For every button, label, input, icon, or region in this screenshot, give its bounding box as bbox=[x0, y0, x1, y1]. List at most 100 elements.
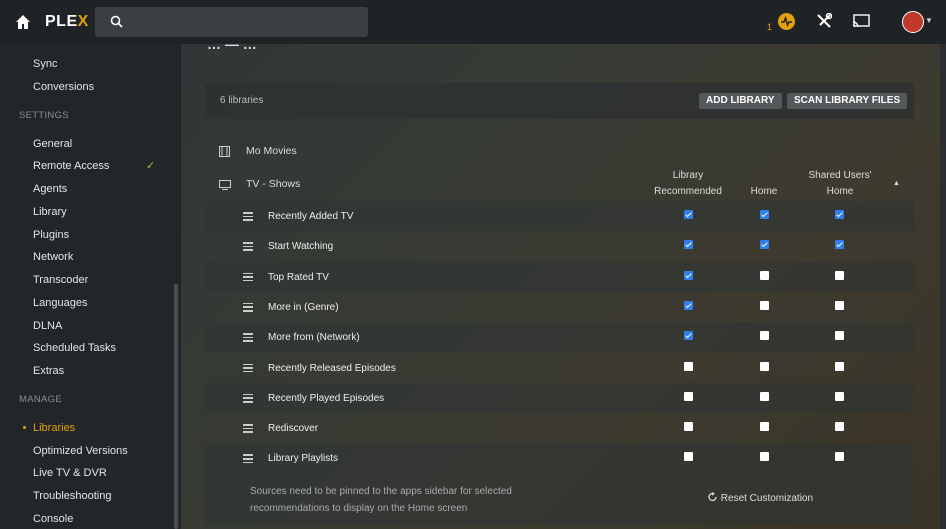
recommendation-row: Rediscover bbox=[205, 413, 914, 443]
recommendation-label: Recently Added TV bbox=[268, 211, 354, 222]
scan-library-files-button[interactable]: SCAN LIBRARY FILES bbox=[787, 93, 908, 109]
add-library-button[interactable]: ADD LIBRARY bbox=[699, 93, 782, 109]
libraries-count: 6 libraries bbox=[220, 95, 264, 106]
library-name: Mo Movies bbox=[246, 145, 297, 157]
drag-handle-icon[interactable] bbox=[243, 212, 253, 223]
sidebar-item-general[interactable]: General bbox=[33, 138, 72, 150]
recommendation-label: Rediscover bbox=[268, 423, 319, 435]
drag-handle-icon[interactable] bbox=[243, 242, 253, 253]
drag-handle-icon[interactable] bbox=[243, 424, 253, 435]
sidebar-section-manage: MANAGE bbox=[19, 394, 62, 405]
column-header-shared-home[interactable]: Shared Users' Home bbox=[800, 168, 880, 200]
page-scrollbar[interactable] bbox=[940, 44, 946, 529]
active-indicator-dot bbox=[23, 426, 26, 429]
home-checkbox[interactable] bbox=[760, 300, 769, 310]
top-bar: PLEX 1 ▼ bbox=[0, 0, 946, 44]
shared-checkbox[interactable] bbox=[835, 422, 844, 432]
shared-checkbox[interactable] bbox=[835, 270, 844, 280]
libraries-toolbar: 6 libraries ADD LIBRARY SCAN LIBRARY FIL… bbox=[205, 83, 914, 119]
shared-checkbox[interactable] bbox=[835, 240, 844, 250]
home-checkbox[interactable] bbox=[760, 331, 769, 341]
recommendation-row: More from (Network) bbox=[205, 322, 914, 353]
sidebar-item-network[interactable]: Network bbox=[33, 251, 73, 263]
recommended-checkbox[interactable] bbox=[684, 270, 693, 280]
shared-checkbox[interactable] bbox=[835, 300, 844, 310]
recommendation-row: Recently Released Episodes bbox=[205, 353, 914, 383]
sidebar-item-libraries[interactable]: Libraries bbox=[33, 422, 75, 434]
settings-tools-icon[interactable] bbox=[816, 13, 832, 29]
plex-logo[interactable]: PLEX bbox=[45, 13, 89, 31]
drag-handle-icon[interactable] bbox=[243, 302, 253, 314]
search-icon bbox=[110, 15, 123, 28]
home-icon[interactable] bbox=[13, 12, 33, 32]
recommended-checkbox[interactable] bbox=[684, 452, 693, 462]
sidebar-item-agents[interactable]: Agents bbox=[33, 183, 67, 195]
recommendation-label: Start Watching bbox=[268, 241, 334, 253]
home-checkbox[interactable] bbox=[760, 422, 769, 432]
recommended-checkbox[interactable] bbox=[684, 422, 693, 432]
drag-handle-icon[interactable] bbox=[243, 393, 253, 405]
recommendation-label: Recently Released Episodes bbox=[268, 362, 396, 374]
check-icon: ✓ bbox=[146, 160, 156, 172]
recommendation-row: Top Rated TV bbox=[205, 261, 914, 292]
recommendation-label: Recently Played Episodes bbox=[268, 392, 385, 404]
recommended-checkbox[interactable] bbox=[684, 391, 693, 401]
recommendation-label: More from (Network) bbox=[268, 332, 360, 344]
search-input[interactable] bbox=[95, 7, 368, 37]
home-checkbox[interactable] bbox=[760, 240, 769, 250]
recommended-checkbox[interactable] bbox=[684, 300, 693, 310]
cast-icon[interactable] bbox=[852, 14, 870, 28]
chevron-down-icon[interactable]: ▼ bbox=[925, 16, 933, 25]
activity-icon[interactable] bbox=[778, 13, 795, 30]
home-checkbox[interactable] bbox=[760, 361, 769, 371]
reset-customization-button[interactable]: Reset Customization bbox=[708, 492, 813, 504]
shared-checkbox[interactable] bbox=[835, 391, 844, 401]
reset-icon bbox=[708, 492, 717, 502]
sidebar-item-scheduled-tasks[interactable]: Scheduled Tasks bbox=[33, 342, 116, 354]
shared-checkbox[interactable] bbox=[835, 331, 844, 341]
sidebar-section-settings: SETTINGS bbox=[19, 110, 69, 121]
sidebar-item-library[interactable]: Library bbox=[33, 206, 67, 218]
sidebar-item-remote-access[interactable]: Remote Access bbox=[33, 160, 109, 172]
drag-handle-icon[interactable] bbox=[243, 363, 253, 375]
column-header-home[interactable]: Home bbox=[740, 184, 788, 200]
recommended-checkbox[interactable] bbox=[684, 210, 693, 219]
page-title: … — … bbox=[207, 36, 257, 52]
column-header-recommended[interactable]: Library Recommended bbox=[648, 168, 728, 200]
shared-checkbox[interactable] bbox=[835, 452, 844, 462]
sidebar-item-console[interactable]: Console bbox=[33, 513, 73, 525]
drag-handle-icon[interactable] bbox=[243, 333, 253, 344]
recommendation-label: More in (Genre) bbox=[268, 301, 339, 313]
pinning-note: Sources need to be pinned to the apps si… bbox=[250, 486, 512, 514]
activity-count: 1 bbox=[767, 22, 773, 32]
sort-caret-icon[interactable]: ▲ bbox=[893, 180, 900, 187]
sidebar-item-languages[interactable]: Languages bbox=[33, 297, 87, 309]
user-avatar[interactable] bbox=[902, 11, 924, 33]
sidebar-scrollbar[interactable] bbox=[174, 284, 178, 529]
home-checkbox[interactable] bbox=[760, 210, 769, 219]
panel-footer: Sources need to be pinned to the apps si… bbox=[205, 473, 914, 525]
recommended-checkbox[interactable] bbox=[684, 331, 693, 341]
sidebar-item-live-tv-dvr[interactable]: Live TV & DVR bbox=[33, 467, 107, 479]
home-checkbox[interactable] bbox=[760, 391, 769, 401]
sidebar-item-plugins[interactable]: Plugins bbox=[33, 229, 69, 241]
recommendation-label: Library Playlists bbox=[268, 453, 339, 465]
drag-handle-icon[interactable] bbox=[243, 272, 253, 284]
sidebar-item-dlna[interactable]: DLNA bbox=[33, 320, 62, 332]
sidebar-item-troubleshooting[interactable]: Troubleshooting bbox=[33, 490, 111, 502]
recommendations-panel: Recently Added TV Start Watching Top Rated… bbox=[205, 201, 914, 525]
library-name: TV - Shows bbox=[246, 178, 301, 190]
home-checkbox[interactable] bbox=[760, 452, 769, 462]
sidebar-item-conversions[interactable]: Conversions bbox=[33, 81, 94, 93]
drag-handle-icon[interactable] bbox=[243, 454, 253, 465]
shared-checkbox[interactable] bbox=[835, 210, 844, 219]
sidebar-item-sync[interactable]: Sync bbox=[33, 58, 57, 70]
recommended-checkbox[interactable] bbox=[684, 361, 693, 371]
recommendation-row: More in (Genre) bbox=[205, 292, 914, 322]
home-checkbox[interactable] bbox=[760, 270, 769, 280]
shared-checkbox[interactable] bbox=[835, 361, 844, 371]
sidebar-item-transcoder[interactable]: Transcoder bbox=[33, 274, 88, 286]
sidebar-item-optimized-versions[interactable]: Optimized Versions bbox=[33, 445, 128, 457]
sidebar-item-extras[interactable]: Extras bbox=[33, 365, 64, 377]
recommended-checkbox[interactable] bbox=[684, 240, 693, 250]
